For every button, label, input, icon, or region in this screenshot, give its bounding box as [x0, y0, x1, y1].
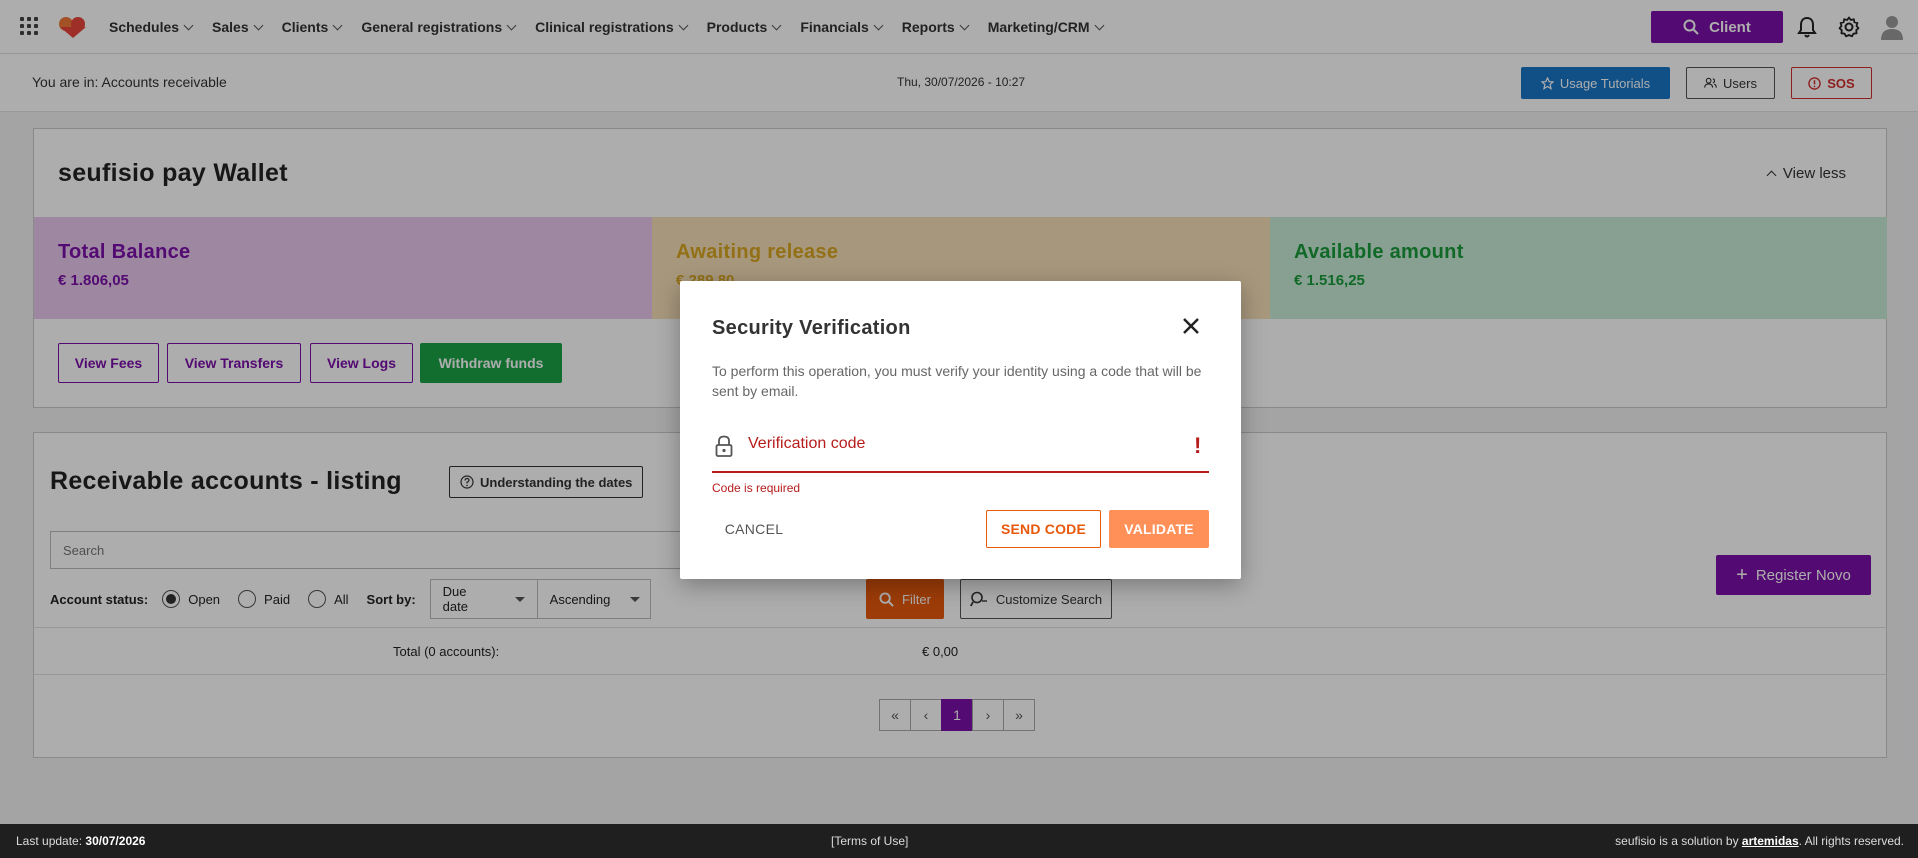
- security-verification-dialog: Security Verification To perform this op…: [680, 281, 1241, 579]
- validate-button[interactable]: VALIDATE: [1109, 510, 1209, 548]
- footer: Last update: 30/07/2026 [Terms of Use] s…: [0, 824, 1918, 858]
- error-icon: !: [1194, 433, 1202, 458]
- lock-icon: [715, 435, 733, 457]
- dialog-description: To perform this operation, you must veri…: [712, 363, 1202, 399]
- cancel-button[interactable]: CANCEL: [712, 510, 796, 548]
- terms-of-use-link[interactable]: [Terms of Use]: [831, 834, 908, 848]
- close-icon[interactable]: [1180, 315, 1202, 337]
- field-error-message: Code is required: [712, 481, 801, 495]
- dialog-title: Security Verification: [712, 317, 911, 339]
- artemidas-link[interactable]: artemidas: [1742, 834, 1799, 848]
- verification-code-field[interactable]: Verification code !: [712, 423, 1209, 473]
- footer-credit: seufisio is a solution by artemidas. All…: [1615, 834, 1904, 848]
- last-update: Last update: 30/07/2026: [16, 834, 146, 848]
- send-code-button[interactable]: SEND CODE: [986, 510, 1101, 548]
- verification-code-label: Verification code: [748, 435, 866, 452]
